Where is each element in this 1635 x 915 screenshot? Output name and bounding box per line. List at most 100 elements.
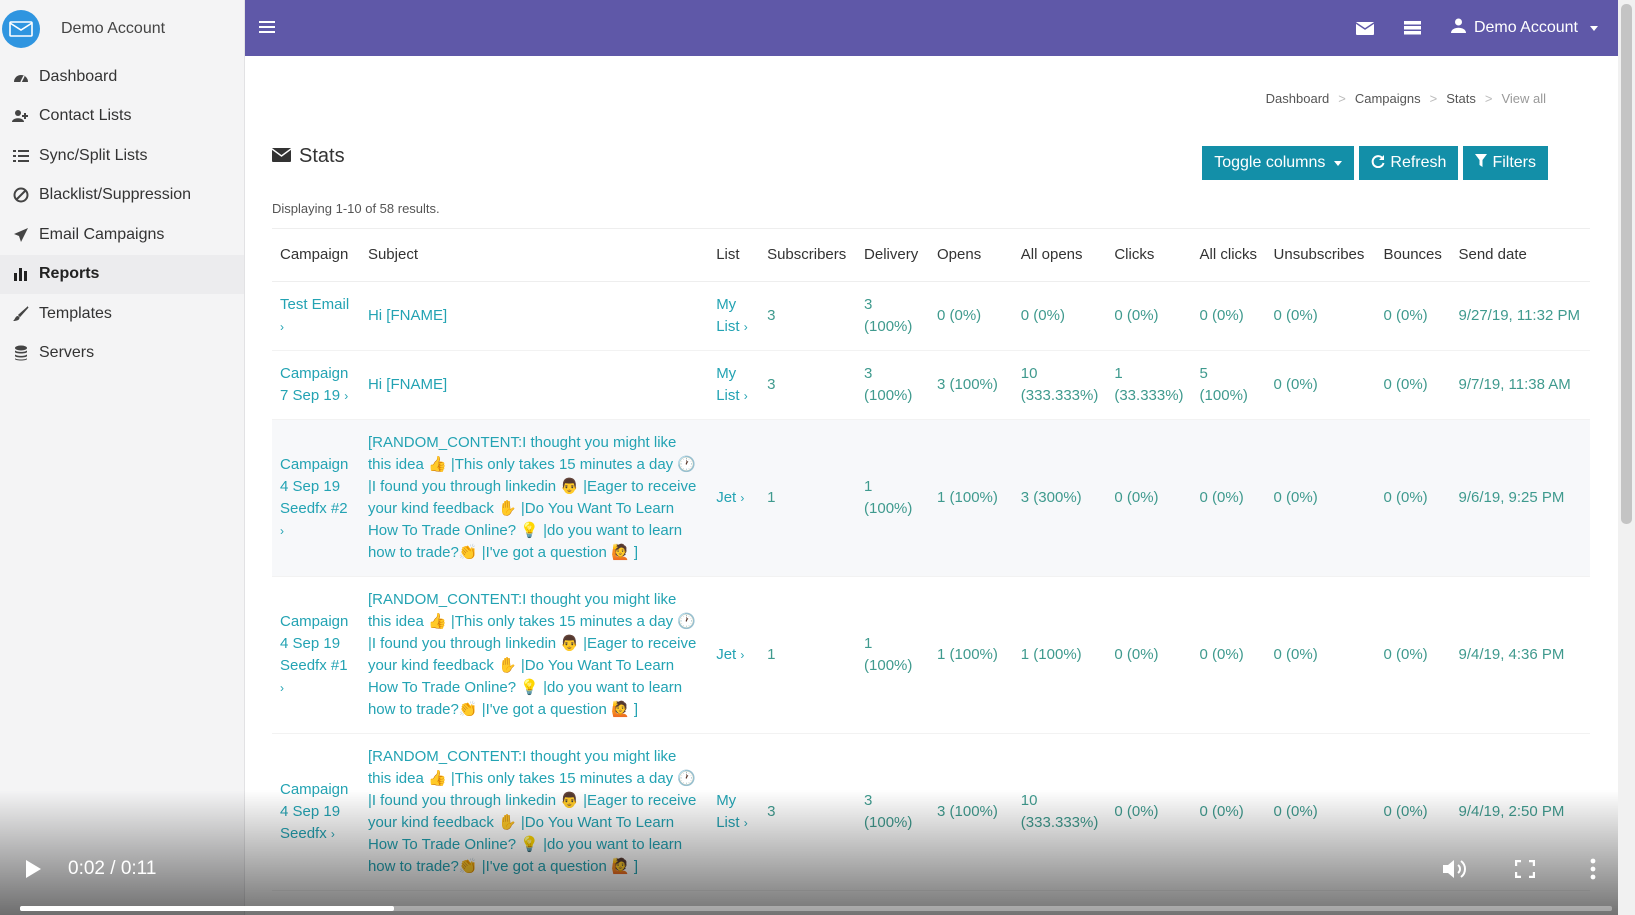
more-options-icon[interactable] — [1590, 858, 1596, 885]
table-row: Campaign 7 Sep 19 › Hi [FNAME] My List ›… — [272, 350, 1590, 420]
column-header[interactable]: All clicks — [1191, 229, 1266, 282]
scrollbar-thumb[interactable] — [1621, 4, 1632, 524]
filters-label: Filters — [1492, 154, 1536, 171]
campaign-link[interactable]: Campaign 4 Sep 19 Seedfx #2 — [280, 456, 348, 517]
user-icon — [1450, 18, 1466, 38]
column-header[interactable]: Bounces — [1375, 229, 1451, 282]
play-icon[interactable] — [24, 859, 42, 884]
column-header[interactable]: Subject — [359, 229, 709, 282]
bounces-cell: 0 (0%) — [1375, 419, 1451, 577]
sidebar-nav: Dashboard Contact Lists Sync/Split Lists… — [0, 57, 244, 373]
sidebar-item-label: Email Campaigns — [39, 225, 165, 243]
opens-cell: 1 (100%) — [929, 576, 1013, 734]
breadcrumb-stats[interactable]: Stats — [1446, 91, 1476, 106]
column-header[interactable]: Opens — [929, 229, 1013, 282]
send-date-cell: 9/4/19, 4:36 PM — [1450, 576, 1590, 734]
campaign-link[interactable]: Test Email — [280, 296, 349, 313]
sidebar-item-email-campaigns[interactable]: Email Campaigns — [0, 215, 244, 255]
account-label: Demo Account — [1473, 19, 1578, 36]
all-clicks-cell: 0 (0%) — [1191, 419, 1266, 577]
menu-toggle-icon[interactable] — [259, 18, 275, 38]
column-header[interactable]: Delivery — [856, 229, 929, 282]
all-clicks-cell: 0 (0%) — [1191, 281, 1266, 351]
main-content: Dashboard > Campaigns > Stats > View all… — [245, 56, 1618, 915]
subject-cell: Hi [FNAME] — [367, 375, 448, 393]
table-row: Test Email › Hi [FNAME] My List › 3 3 (1… — [272, 281, 1590, 351]
send-date-cell: 9/6/19, 9:25 PM — [1450, 419, 1590, 577]
list-link[interactable]: Jet — [716, 489, 736, 506]
page-title-text: Stats — [299, 145, 345, 167]
filters-button[interactable]: Filters — [1463, 146, 1548, 180]
sidebar-item-label: Blacklist/Suppression — [39, 186, 192, 204]
breadcrumb-separator: > — [1484, 91, 1493, 106]
top-navbar: Demo Account — [245, 0, 1618, 56]
video-progress-fill — [20, 906, 395, 911]
sidebar-item-reports[interactable]: Reports — [0, 254, 244, 294]
column-header[interactable]: Subscribers — [759, 229, 857, 282]
sidebar-item-contact-lists[interactable]: Contact Lists — [0, 97, 244, 137]
clicks-cell: 1 (33.333%) — [1106, 350, 1192, 420]
breadcrumb-campaigns[interactable]: Campaigns — [1355, 91, 1421, 106]
table-row: Campaign 4 Sep 19 Seedfx #1 › [RANDOM_CO… — [272, 576, 1590, 734]
column-header[interactable]: Send date — [1450, 229, 1590, 282]
unsubscribes-cell: 0 (0%) — [1265, 281, 1376, 351]
sidebar: Demo Account Dashboard Contact Lists Syn… — [0, 0, 245, 915]
list-link[interactable]: My List — [716, 792, 739, 831]
refresh-label: Refresh — [1390, 154, 1447, 171]
refresh-icon — [1371, 154, 1385, 173]
database-icon — [12, 344, 30, 362]
breadcrumb-separator: > — [1338, 91, 1346, 106]
column-header[interactable]: Campaign — [272, 229, 360, 282]
opens-cell: 1 (100%) — [929, 419, 1013, 577]
bar-chart-icon — [12, 265, 30, 283]
clicks-cell: 0 (0%) — [1106, 419, 1192, 577]
column-header[interactable]: All opens — [1012, 229, 1107, 282]
subject-cell: [RANDOM_CONTENT:I thought you might like… — [367, 590, 697, 718]
list-link[interactable]: Jet — [716, 646, 736, 663]
sidebar-item-blacklist[interactable]: Blacklist/Suppression — [0, 176, 244, 216]
volume-icon[interactable] — [1442, 858, 1468, 885]
campaign-link[interactable]: Campaign 4 Sep 19 Seedfx — [280, 781, 348, 842]
all-opens-cell: 3 (300%) — [1012, 419, 1107, 577]
fullscreen-icon[interactable] — [1514, 859, 1536, 883]
page-title: Stats — [271, 145, 345, 168]
video-progress-bar[interactable] — [20, 906, 1612, 911]
delivery-cell: 3 (100%) — [856, 281, 929, 351]
all-opens-cell: 1 (100%) — [1012, 576, 1107, 734]
sidebar-item-templates[interactable]: Templates — [0, 294, 244, 334]
bounces-cell: 0 (0%) — [1375, 350, 1451, 420]
filter-icon — [1475, 153, 1488, 173]
caret-down-icon — [1334, 160, 1343, 166]
chevron-right-icon: › — [743, 319, 748, 334]
list-link[interactable]: My List — [716, 296, 739, 335]
caret-down-icon — [1590, 25, 1598, 31]
bounces-cell: 0 (0%) — [1375, 576, 1451, 734]
sidebar-item-servers[interactable]: Servers — [0, 334, 244, 374]
sidebar-item-dashboard[interactable]: Dashboard — [0, 57, 244, 97]
sidebar-item-sync-split-lists[interactable]: Sync/Split Lists — [0, 136, 244, 176]
table-header-row: Campaign Subject List Subscribers Delive… — [272, 229, 1590, 282]
toggle-columns-button[interactable]: Toggle columns — [1202, 146, 1355, 180]
breadcrumb-current: View all — [1501, 91, 1546, 106]
breadcrumb-dashboard[interactable]: Dashboard — [1266, 91, 1330, 106]
users-icon — [12, 107, 30, 125]
column-header[interactable]: Unsubscribes — [1265, 229, 1376, 282]
refresh-button[interactable]: Refresh — [1359, 146, 1459, 180]
delivery-cell: 1 (100%) — [856, 419, 929, 577]
list-icon — [12, 147, 30, 165]
campaign-link[interactable]: Campaign 7 Sep 19 — [280, 365, 348, 404]
server-list-icon[interactable] — [1403, 21, 1421, 35]
envelope-icon[interactable] — [1355, 21, 1374, 35]
account-dropdown[interactable]: Demo Account — [1450, 18, 1598, 38]
table-row: Campaign 4 Sep 19 Seedfx #2 › [RANDOM_CO… — [272, 419, 1590, 577]
subscribers-cell: 1 — [759, 419, 857, 577]
list-link[interactable]: My List — [716, 365, 739, 404]
subscribers-cell: 3 — [759, 350, 857, 420]
sidebar-item-label: Reports — [39, 265, 100, 283]
column-header[interactable]: List — [708, 229, 760, 282]
campaign-link[interactable]: Campaign 4 Sep 19 Seedfx #1 — [280, 613, 348, 674]
column-header[interactable]: Clicks — [1106, 229, 1192, 282]
dashboard-icon — [12, 68, 30, 86]
brand[interactable]: Demo Account — [0, 0, 244, 57]
vertical-scrollbar[interactable] — [1618, 0, 1635, 915]
